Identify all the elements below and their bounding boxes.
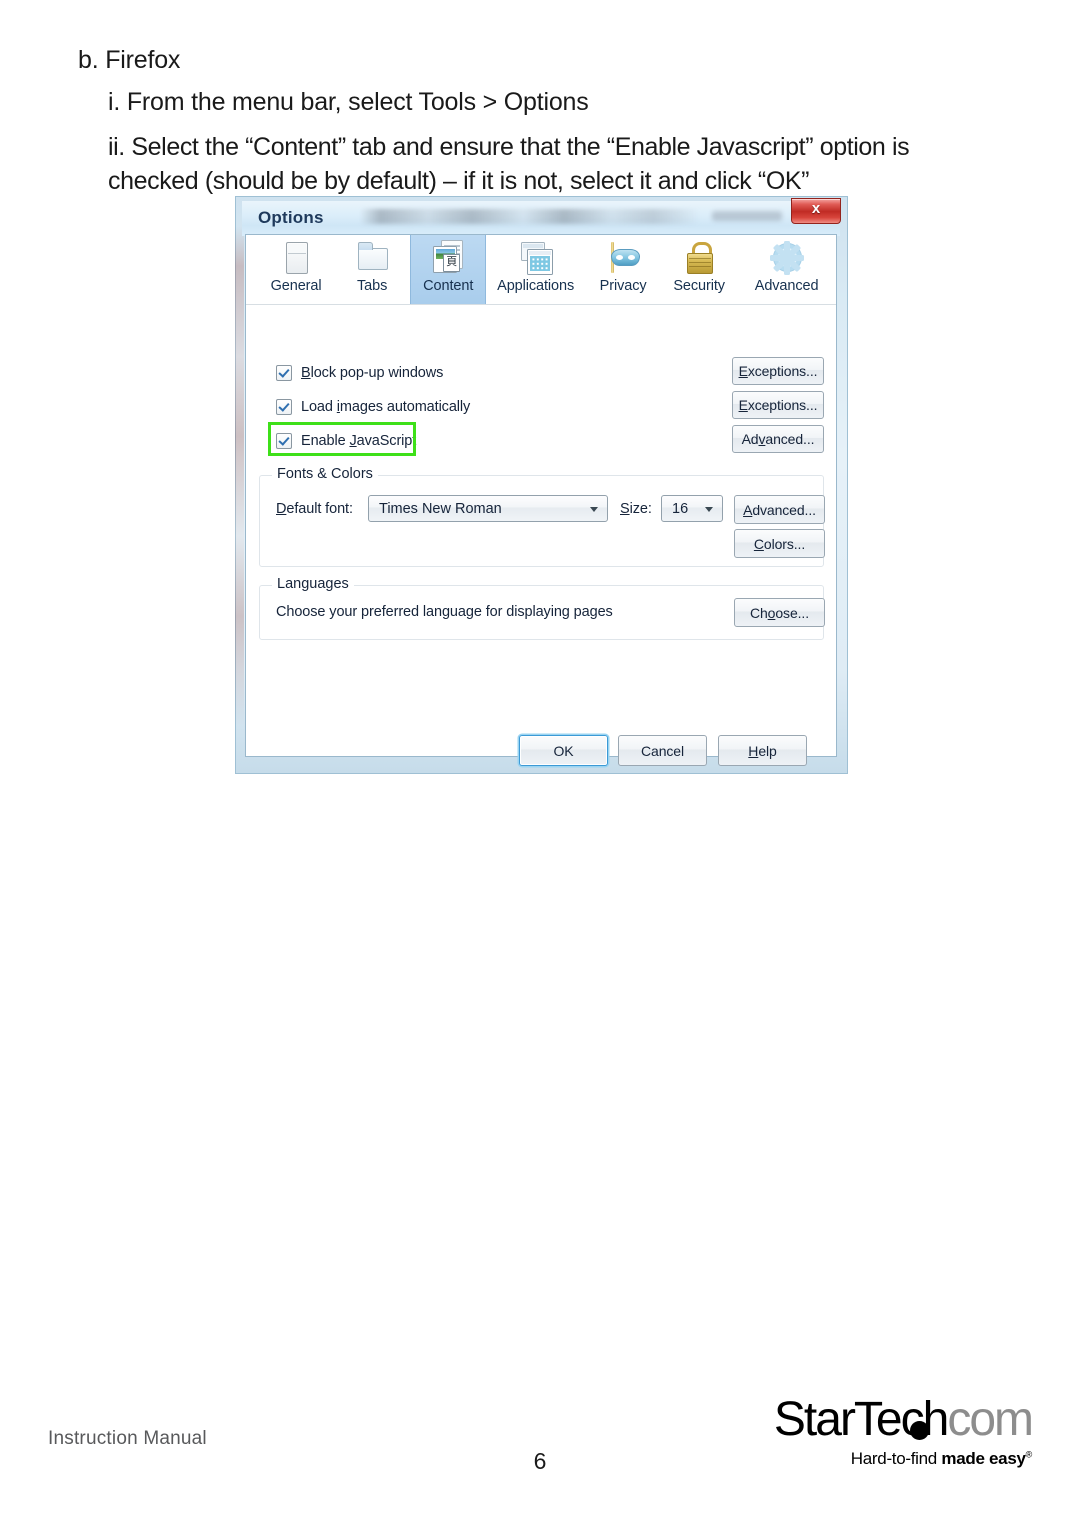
exceptions-images-button[interactable]: Exceptions... <box>732 391 824 419</box>
window-title: Options <box>258 208 324 227</box>
advanced-javascript-label: Advanced... <box>741 431 815 447</box>
tab-privacy[interactable]: Privacy <box>585 235 661 304</box>
logo-dot-icon <box>910 1421 929 1440</box>
checkbox-enable-javascript-label: Enable JavaScript <box>301 433 417 449</box>
firefox-options-screenshot: Options x General Tabs 頁 Content Applica… <box>235 196 848 774</box>
advanced-javascript-button[interactable]: Advanced... <box>732 425 824 453</box>
ok-button[interactable]: OK <box>519 735 608 766</box>
tab-applications-label: Applications <box>497 278 575 294</box>
section-heading: b. Firefox <box>78 46 181 74</box>
fonts-colors-group-title: Fonts & Colors <box>272 466 378 482</box>
cancel-button[interactable]: Cancel <box>618 735 707 766</box>
tab-content-label: Content <box>423 278 474 294</box>
blurred-title-remnant-2 <box>712 211 782 221</box>
default-font-combobox[interactable]: Times New Roman <box>368 495 608 522</box>
fonts-advanced-button[interactable]: Advanced... <box>734 495 825 524</box>
gear-icon <box>769 240 805 276</box>
checkbox-load-images-label: Load images automatically <box>301 399 471 415</box>
tab-advanced[interactable]: Advanced <box>737 235 836 304</box>
chevron-down-icon-size <box>705 506 713 512</box>
checkbox-block-popups[interactable] <box>276 365 292 381</box>
options-toolbar: General Tabs 頁 Content Applications Priv… <box>246 235 836 305</box>
tab-general[interactable]: General <box>258 235 334 304</box>
exceptions-popups-button[interactable]: Exceptions... <box>732 357 824 385</box>
choose-language-label: Choose... <box>749 604 810 621</box>
content-page-icon: 頁 <box>430 240 466 276</box>
padlock-icon <box>681 240 717 276</box>
checkbox-row-load-images[interactable]: Load images automatically <box>276 399 470 415</box>
font-size-value: 16 <box>672 500 689 517</box>
scan-artifact <box>235 226 244 726</box>
tab-general-label: General <box>270 278 322 294</box>
font-size-combobox[interactable]: 16 <box>661 495 723 522</box>
colors-label: Colors... <box>753 535 806 552</box>
startech-logo: StarTechcom Hard-to-find made easy® <box>762 1393 1034 1469</box>
footer-manual-label: Instruction Manual <box>48 1428 207 1449</box>
tab-security[interactable]: Security <box>661 235 737 304</box>
step-ii-line-1: ii. Select the “Content” tab and ensure … <box>108 133 910 161</box>
languages-group-title: Languages <box>272 576 354 592</box>
tab-privacy-label: Privacy <box>599 278 647 294</box>
step-i-text: i. From the menu bar, select Tools > Opt… <box>108 88 589 116</box>
fonts-advanced-label: Advanced... <box>743 501 816 518</box>
checkbox-block-popups-label: BBlock pop-up windowslock pop-up windows <box>301 365 444 381</box>
colors-button[interactable]: Colors... <box>734 529 825 558</box>
cancel-label: Cancel <box>641 742 684 759</box>
exceptions-images-label: Exceptions... <box>738 397 818 413</box>
tab-applications[interactable]: Applications <box>486 235 585 304</box>
chevron-down-icon <box>590 506 598 512</box>
ok-label: OK <box>553 742 574 759</box>
font-size-label: Size: <box>620 501 652 517</box>
tabs-icon <box>354 240 390 276</box>
choose-language-button[interactable]: Choose... <box>734 598 825 627</box>
browser-window-icon <box>278 240 314 276</box>
close-button[interactable]: x <box>791 198 841 224</box>
blurred-title-remnant <box>360 209 700 224</box>
close-icon: x <box>811 200 821 217</box>
tab-tabs-label: Tabs <box>357 278 388 294</box>
dialog-client-area: General Tabs 頁 Content Applications Priv… <box>245 234 837 766</box>
tagline-registered-mark: ® <box>1025 1449 1033 1460</box>
languages-description: Choose your preferred language for displ… <box>276 604 613 620</box>
checkbox-row-enable-javascript[interactable]: Enable JavaScript <box>276 433 416 449</box>
help-label: Help <box>748 742 777 759</box>
tab-security-label: Security <box>673 278 725 294</box>
privacy-mask-icon <box>605 240 641 276</box>
title-bar: Options <box>242 201 840 236</box>
logo-com-text: com <box>947 1393 1034 1446</box>
tab-tabs[interactable]: Tabs <box>334 235 410 304</box>
default-font-value: Times New Roman <box>379 500 502 517</box>
applications-icon <box>518 240 554 276</box>
step-ii-line-2: checked (should be by default) – if it i… <box>108 167 810 195</box>
content-panel: BBlock pop-up windowslock pop-up windows… <box>246 305 836 766</box>
help-button[interactable]: Help <box>718 735 807 766</box>
step-ii-text: ii. Select the “Content” tab and ensure … <box>108 130 978 198</box>
default-font-label: Default font: <box>276 501 353 517</box>
startech-tagline: Hard-to-find made easy® <box>762 1449 1033 1469</box>
checkbox-enable-javascript[interactable] <box>276 433 292 449</box>
tagline-bold: made easy <box>941 1449 1026 1468</box>
tab-advanced-label: Advanced <box>754 278 819 294</box>
tab-content[interactable]: 頁 Content <box>410 235 487 304</box>
checkbox-row-block-popups[interactable]: BBlock pop-up windowslock pop-up windows <box>276 365 443 381</box>
checkbox-load-images[interactable] <box>276 399 292 415</box>
exceptions-popups-label: Exceptions... <box>738 363 818 379</box>
tagline-plain: Hard-to-find <box>850 1449 942 1468</box>
startech-wordmark: StarTechcom <box>762 1393 1034 1446</box>
